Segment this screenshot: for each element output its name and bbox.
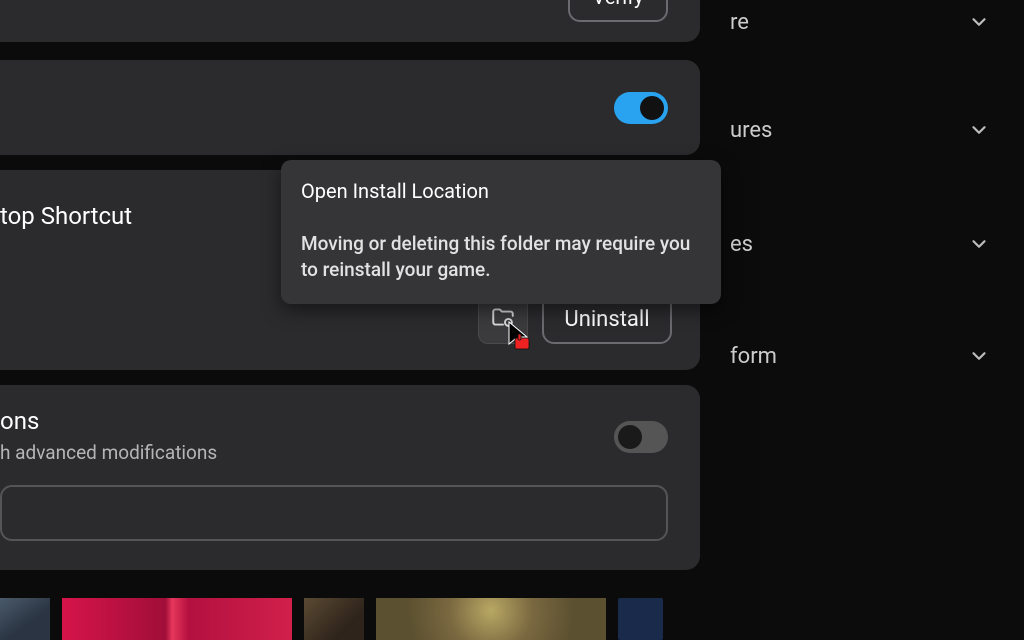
mods-input[interactable] (0, 485, 668, 541)
chevron-down-icon (968, 345, 990, 367)
game-thumbnail[interactable] (376, 598, 606, 640)
shortcut-label: top Shortcut (0, 202, 132, 230)
tooltip-title: Open Install Location (301, 178, 701, 205)
game-thumbnail[interactable] (304, 598, 364, 640)
toggle-panel (0, 60, 700, 155)
sidebar-item-0[interactable]: re (730, 0, 990, 52)
toggle-switch-on[interactable] (614, 92, 668, 124)
game-thumbnail[interactable] (62, 598, 292, 640)
mods-heading: ons (0, 407, 39, 435)
sidebar-item-1[interactable]: ures (730, 100, 990, 160)
toggle-knob (618, 425, 642, 449)
verify-panel: Verify (0, 0, 700, 42)
tooltip-body: Moving or deleting this folder may requi… (301, 231, 701, 282)
chevron-down-icon (968, 233, 990, 255)
toggle-knob (640, 96, 664, 120)
verify-button[interactable]: Verify (568, 0, 668, 22)
verify-button-label: Verify (593, 0, 644, 9)
mods-toggle-switch[interactable] (614, 421, 668, 453)
folder-search-icon (490, 304, 516, 334)
mods-subtext: h advanced modifications (0, 441, 217, 464)
modifications-panel: ons h advanced modifications (0, 385, 700, 570)
chevron-down-icon (968, 11, 990, 33)
uninstall-button-label: Uninstall (564, 307, 649, 332)
tooltip-open-install-location: Open Install Location Moving or deleting… (281, 160, 721, 304)
game-thumbnail[interactable] (0, 598, 50, 640)
sidebar-backdrop (760, 0, 1024, 640)
chevron-down-icon (968, 119, 990, 141)
game-thumbnail[interactable] (618, 598, 663, 640)
sidebar-item-3[interactable]: form (730, 326, 990, 386)
thumbnail-strip (0, 598, 760, 640)
sidebar-item-2[interactable]: es (730, 214, 990, 274)
